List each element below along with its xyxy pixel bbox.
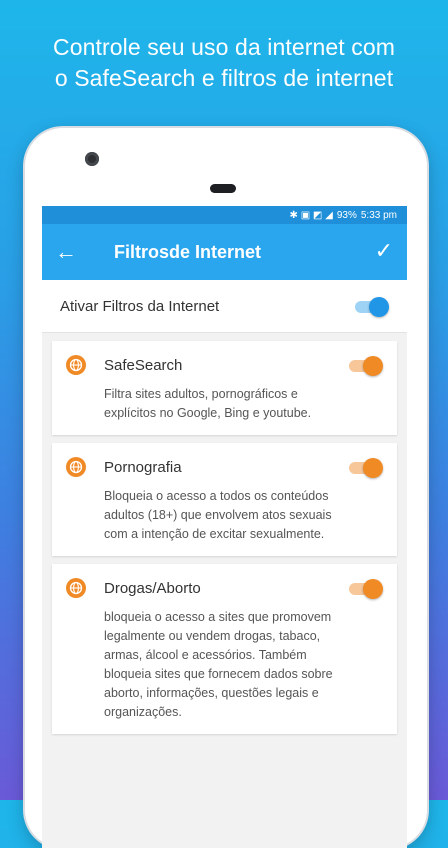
filter-title: SafeSearch — [104, 356, 183, 374]
filter-description: Filtra sites adultos, pornográficos e ex… — [104, 387, 312, 420]
promo-headline: Controle seu uso da internet com o SafeS… — [0, 32, 448, 94]
confirm-check-icon[interactable]: ✓ — [375, 238, 393, 264]
drogas-aborto-toggle[interactable] — [349, 578, 383, 599]
battery-level: 93% — [336, 209, 357, 221]
toggle-knob — [363, 356, 383, 376]
pornografia-toggle[interactable] — [349, 457, 383, 478]
toggle-knob — [369, 297, 389, 317]
headline-line-2: o SafeSearch e filtros de internet — [54, 65, 394, 91]
filter-description: bloqueia o acesso a sites que promovem l… — [104, 610, 333, 719]
page-title: Filtrosde Internet — [114, 241, 262, 262]
filter-card-pornografia: Pornografia Bloqueia o acesso a todos os… — [52, 443, 397, 556]
phone-screen: ✱ ▣ ◩ ◢ 93% 5:33 pm ← Filtrosde Internet… — [42, 206, 407, 848]
enable-filters-label: Ativar Filtros da Internet — [60, 297, 220, 315]
filter-card-safesearch: SafeSearch Filtra sites adultos, pornogr… — [52, 341, 397, 435]
toggle-knob — [363, 458, 383, 478]
app-bar: ← Filtrosde Internet ✓ — [42, 224, 407, 280]
front-camera — [85, 152, 99, 166]
headline-line-1: Controle seu uso da internet com — [52, 34, 395, 60]
filter-card-drogas-aborto: Drogas/Aborto bloqueia o acesso a sites … — [52, 564, 397, 734]
globe-icon — [66, 457, 86, 477]
enable-filters-toggle[interactable] — [355, 296, 389, 317]
phone-frame: ✱ ▣ ◩ ◢ 93% 5:33 pm ← Filtrosde Internet… — [25, 128, 427, 848]
safesearch-toggle[interactable] — [349, 355, 383, 376]
status-time: 5:33 pm — [360, 209, 397, 221]
back-arrow-icon[interactable]: ← — [42, 239, 90, 265]
enable-filters-row: Ativar Filtros da Internet — [42, 280, 407, 333]
toggle-knob — [363, 579, 383, 599]
filter-title: Pornografia — [104, 458, 182, 476]
earpiece-speaker — [210, 184, 236, 193]
globe-icon — [66, 355, 86, 375]
filter-description: Bloqueia o acesso a todos os conteúdos a… — [104, 489, 332, 541]
globe-icon — [66, 578, 86, 598]
filter-title: Drogas/Aborto — [104, 579, 201, 597]
status-bar: ✱ ▣ ◩ ◢ 93% 5:33 pm — [42, 206, 407, 224]
status-icons: ✱ ▣ ◩ ◢ — [289, 209, 333, 221]
